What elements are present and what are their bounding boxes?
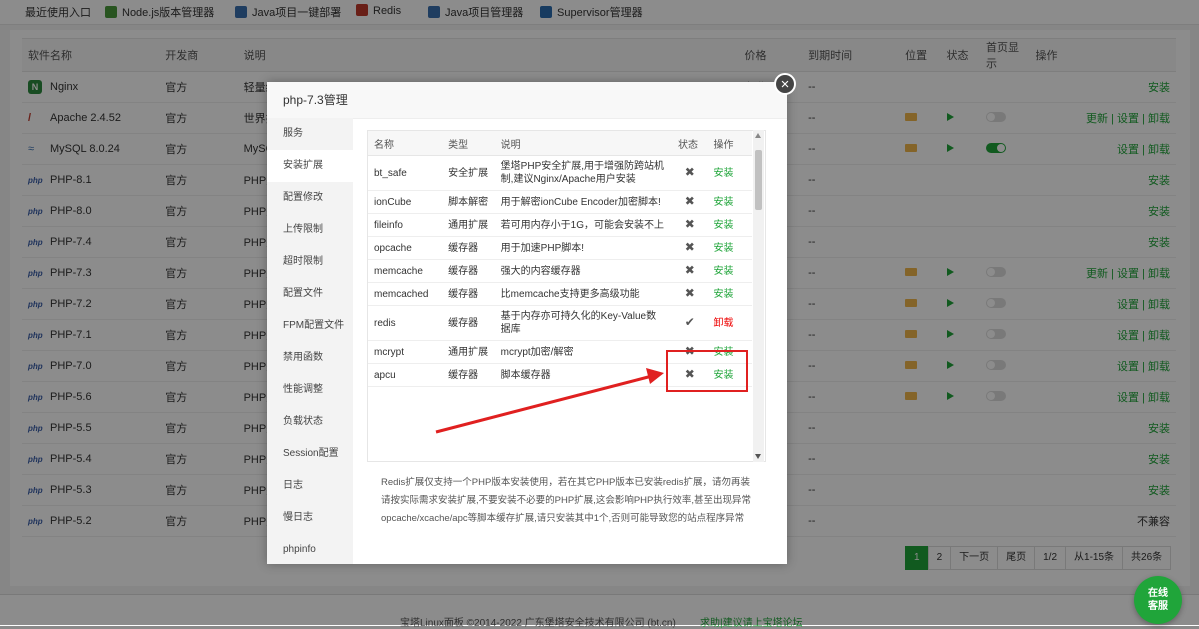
online-support-button[interactable]: 在线 客服 <box>1134 576 1182 624</box>
annotation-arrow <box>435 368 664 434</box>
online-line2: 客服 <box>1148 601 1168 612</box>
online-line1: 在线 <box>1148 588 1168 599</box>
